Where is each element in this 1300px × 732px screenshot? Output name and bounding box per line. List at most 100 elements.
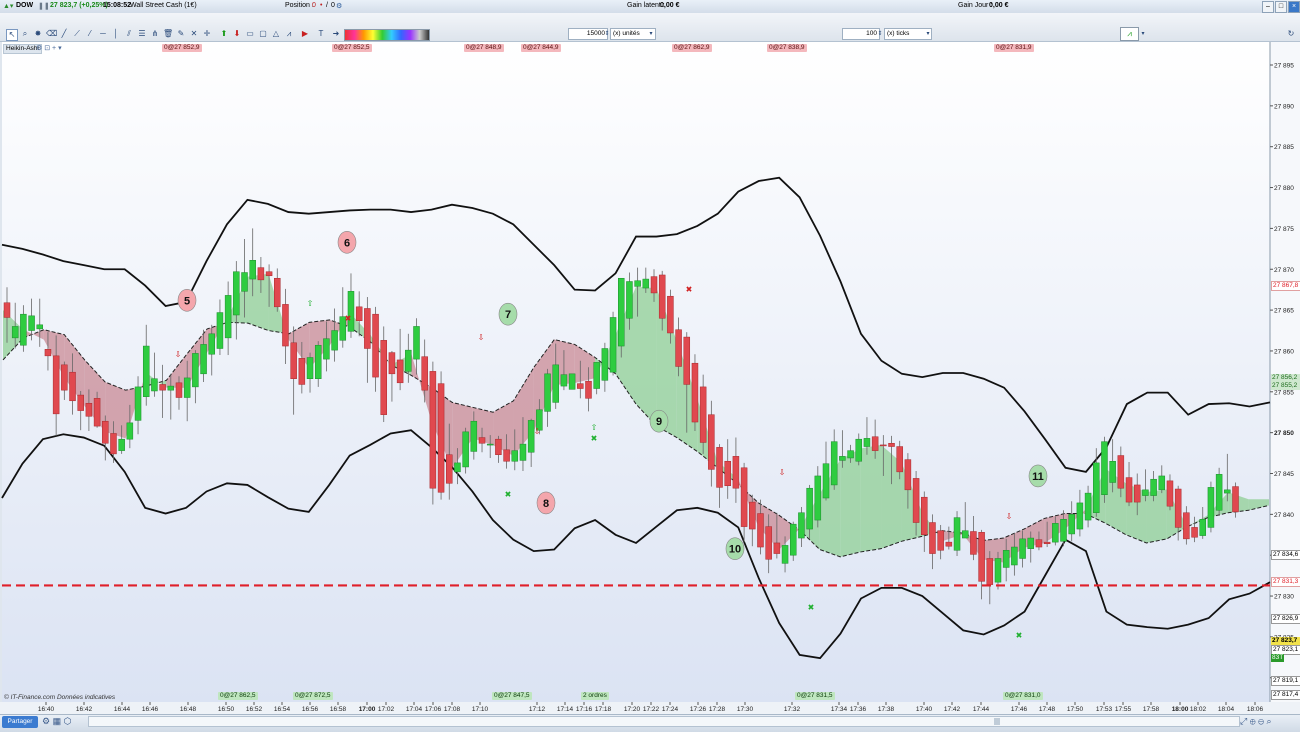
rectangle-icon[interactable]: ▭ xyxy=(245,29,255,39)
fibonacci-icon[interactable]: ☰ xyxy=(137,29,147,39)
cloud-fill-segment xyxy=(248,273,269,331)
candle-body xyxy=(495,438,502,455)
price-marker: 27 856,2 xyxy=(1271,374,1300,382)
candle-body xyxy=(134,386,142,421)
order-chip-top[interactable]: 0@27 852,5 xyxy=(332,44,372,52)
scrollbar-thumb[interactable] xyxy=(994,718,1000,725)
candle-body xyxy=(593,362,600,389)
magnet-icon[interactable]: ✸ xyxy=(33,29,43,39)
candle-body xyxy=(568,373,576,390)
candle-body xyxy=(298,358,306,385)
channel-icon[interactable]: ⫽ xyxy=(124,29,134,39)
sell-arrow-icon[interactable]: ⬇ xyxy=(232,29,242,39)
buy-arrow-icon[interactable]: ⬆ xyxy=(219,29,229,39)
pause-icon[interactable]: ❚❚ xyxy=(38,2,50,10)
order-chip-top[interactable]: 0@27 848,9 xyxy=(464,44,504,52)
chevron-down-icon[interactable]: ▾ xyxy=(1138,29,1148,39)
square-icon[interactable]: ▢ xyxy=(258,29,268,39)
candle-body xyxy=(1133,484,1141,503)
chart-type-icon[interactable]: ⩘ xyxy=(1120,27,1139,41)
settings-icon[interactable]: ↻ xyxy=(1286,29,1296,39)
y-tick-label: 27 875 xyxy=(1274,226,1294,233)
candle-body xyxy=(740,467,748,527)
cross-icon[interactable]: ✕ xyxy=(189,29,199,39)
text-tool-icon[interactable]: T xyxy=(316,29,326,39)
candle-body xyxy=(634,280,641,287)
candle-body xyxy=(159,384,166,391)
candle-body xyxy=(642,278,650,289)
ray-icon[interactable]: ⟋ xyxy=(72,29,82,39)
position-dot-icon: • xyxy=(320,2,323,9)
chart-area[interactable]: 27 82027 82527 83027 83527 84027 84527 8… xyxy=(0,42,1300,714)
y-tick-label: 27 895 xyxy=(1274,63,1294,70)
orders-icon[interactable]: ⚙ xyxy=(336,2,342,10)
zoom-controls-icons[interactable]: ⤢ ⊕ ⊖ ⌕ xyxy=(1240,716,1271,727)
symbol-label[interactable]: DOW xyxy=(16,2,33,9)
candle-body xyxy=(478,437,486,444)
x-tick-label: 17:38 xyxy=(878,706,895,713)
bottom-tools-icons[interactable]: ⚙ ▦ ⬡ xyxy=(42,716,71,727)
order-chip-top[interactable]: 0@27 838,9 xyxy=(767,44,807,52)
order-chip-bottom[interactable]: 0@27 831,0 xyxy=(1003,692,1043,700)
pitchfork-icon[interactable]: ⋔ xyxy=(150,29,160,39)
pencil-icon[interactable]: ✎ xyxy=(176,29,186,39)
candle-body xyxy=(372,313,379,378)
triangle-icon[interactable]: △ xyxy=(271,29,281,39)
chevron-down-icon[interactable]: ▾ xyxy=(646,29,656,39)
x-tick-label: 17:40 xyxy=(916,706,933,713)
x-tick-label: 16:52 xyxy=(246,706,263,713)
candle-body xyxy=(200,344,207,375)
candle-body xyxy=(1011,546,1018,566)
candle-body xyxy=(789,523,797,556)
crosshair-icon[interactable]: ✛ xyxy=(202,29,212,39)
order-chip-bottom[interactable]: 2 ordres xyxy=(581,692,609,700)
order-chip-top[interactable]: 0@27 852,9 xyxy=(162,44,202,52)
order-chip-bottom[interactable]: 0@27 862,5 xyxy=(218,692,258,700)
vertical-line-icon[interactable]: │ xyxy=(111,29,121,39)
cursor-icon[interactable]: ↖ xyxy=(6,29,18,41)
x-tick-label: 18:00 xyxy=(1172,706,1189,713)
candle-body xyxy=(388,352,396,375)
candle-body xyxy=(560,374,568,387)
horizontal-scrollbar[interactable] xyxy=(88,716,1240,727)
candle-body xyxy=(880,444,887,447)
signal-arrow-icon: ⇧ xyxy=(307,299,314,308)
order-chip-top[interactable]: 0@27 831,9 xyxy=(994,44,1034,52)
indicator-settings-icon[interactable]: ⚙ ⊡ + ▾ xyxy=(36,44,62,52)
candle-body xyxy=(183,377,191,398)
candle-body xyxy=(986,558,994,585)
order-chip-bottom[interactable]: 0@27 872,5 xyxy=(293,692,333,700)
signal-arrow-icon: ✖ xyxy=(808,603,815,612)
order-chip-bottom[interactable]: 0@27 831,5 xyxy=(795,692,835,700)
share-button[interactable]: Partager xyxy=(2,716,38,728)
order-chip-top[interactable]: 0@27 844,9 xyxy=(521,44,561,52)
trash-icon[interactable]: 🗑 xyxy=(163,29,173,39)
eraser-icon[interactable]: ⌫ xyxy=(46,29,57,39)
signal-arrow-icon: ✖ xyxy=(1016,631,1023,640)
candle-body xyxy=(1076,502,1084,530)
minimize-button[interactable]: – xyxy=(1262,1,1274,13)
arrow-right-icon[interactable]: ➜ xyxy=(331,29,341,39)
segment-icon[interactable]: ⁄ xyxy=(85,29,95,39)
app-icon[interactable]: ▲▾ xyxy=(3,2,13,10)
color-palette[interactable] xyxy=(344,29,430,41)
close-button[interactable]: × xyxy=(1288,1,1300,13)
current-price-marker: 27 823,7 xyxy=(1271,637,1300,645)
trendline-icon[interactable]: ╱ xyxy=(59,29,69,39)
zoom-icon[interactable]: ⌕ xyxy=(20,29,30,39)
candle-body xyxy=(863,438,871,447)
signal-arrow-icon: ⇩ xyxy=(779,468,786,477)
candle-body xyxy=(1191,527,1198,538)
annotation-label: 7 xyxy=(505,309,511,321)
maximize-button[interactable]: □ xyxy=(1275,1,1287,13)
zigzag-icon[interactable]: ⩘ xyxy=(284,29,294,39)
candle-body xyxy=(470,420,478,452)
x-tick-label: 17:46 xyxy=(1011,706,1028,713)
chevron-down-icon[interactable]: ▾ xyxy=(923,29,933,39)
order-chip-top[interactable]: 0@27 862,9 xyxy=(672,44,712,52)
horizontal-line-icon[interactable]: ─ xyxy=(98,29,108,39)
order-chip-bottom[interactable]: 0@27 847,5 xyxy=(492,692,532,700)
annotation-label: 11 xyxy=(1032,471,1044,483)
play-icon[interactable]: ▶ xyxy=(300,29,310,39)
y-tick-label: 27 890 xyxy=(1274,103,1294,110)
